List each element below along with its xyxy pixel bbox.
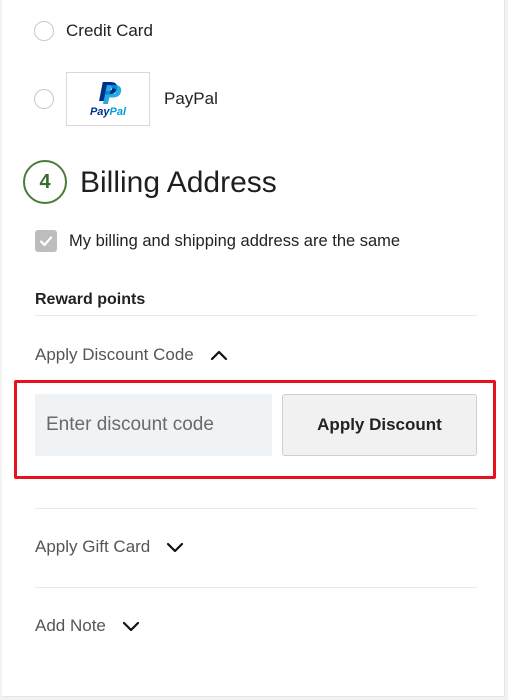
chevron-down-icon	[167, 542, 184, 553]
apply-discount-toggle[interactable]: Apply Discount Code	[35, 345, 228, 365]
step-number-badge: 4	[23, 160, 67, 204]
chevron-down-icon	[122, 621, 139, 632]
discount-code-input[interactable]	[35, 394, 272, 456]
credit-card-radio[interactable]	[34, 21, 54, 41]
payment-option-credit-card[interactable]: Credit Card	[34, 21, 153, 41]
add-note-label: Add Note	[35, 616, 106, 635]
billing-address-title: Billing Address	[80, 166, 277, 199]
paypal-logo: P P PayPal	[66, 72, 150, 126]
checkout-panel: Credit Card P P PayPal PayPal 4 Billing …	[2, 0, 505, 697]
divider	[35, 508, 477, 509]
apply-gift-card-toggle[interactable]: Apply Gift Card	[35, 537, 184, 557]
apply-discount-label: Apply Discount Code	[35, 345, 194, 364]
add-note-toggle[interactable]: Add Note	[35, 616, 140, 636]
reward-points-heading: Reward points	[35, 291, 146, 308]
paypal-p-icon: P P	[98, 78, 122, 111]
credit-card-label: Credit Card	[66, 21, 153, 40]
payment-option-paypal[interactable]: P P PayPal PayPal	[34, 72, 218, 126]
paypal-radio[interactable]	[34, 89, 54, 109]
same-address-checkbox[interactable]	[35, 230, 57, 252]
checkmark-icon	[39, 236, 53, 247]
divider	[35, 315, 477, 316]
same-address-row[interactable]: My billing and shipping address are the …	[35, 230, 400, 252]
apply-discount-button[interactable]: Apply Discount	[282, 394, 477, 456]
same-address-label: My billing and shipping address are the …	[69, 231, 401, 250]
apply-gift-card-label: Apply Gift Card	[35, 537, 151, 556]
paypal-label: PayPal	[164, 89, 218, 108]
chevron-up-icon	[210, 350, 227, 361]
divider	[35, 587, 477, 588]
